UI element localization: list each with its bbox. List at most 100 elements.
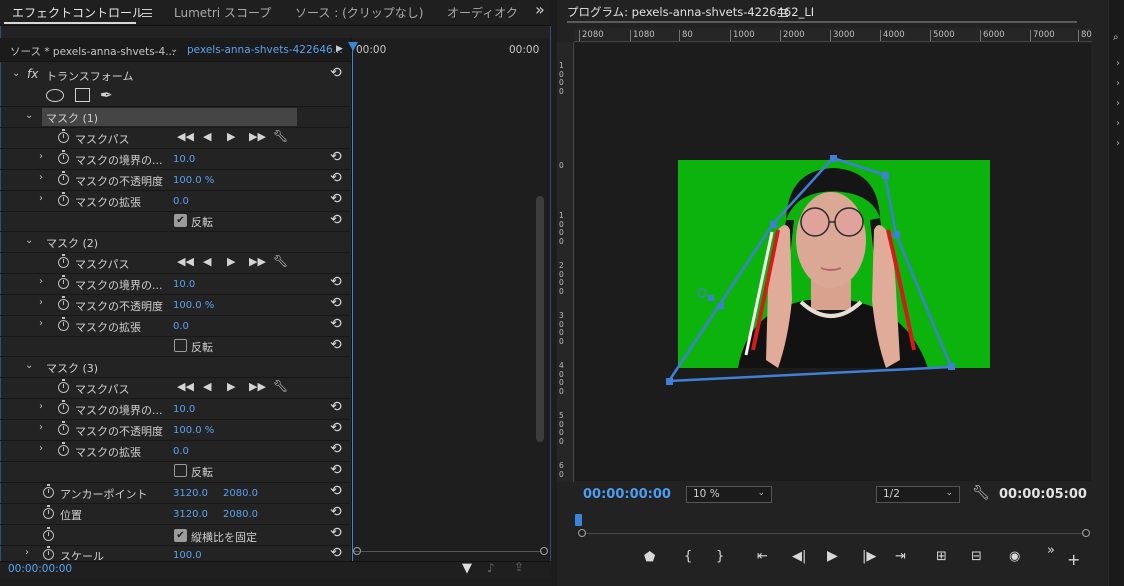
track-forward-frame-icon[interactable]: ▶	[227, 380, 235, 393]
stopwatch-icon[interactable]	[43, 505, 54, 519]
mask-feather-value[interactable]: 10.0	[173, 404, 195, 415]
expand-arrow-icon[interactable]: ›	[1116, 78, 1120, 89]
stopwatch-icon[interactable]	[58, 150, 69, 164]
sequence-clip-label[interactable]: pexels-anna-shvets-422646...	[187, 44, 343, 56]
effect-timeline-area[interactable]	[351, 38, 550, 561]
stopwatch-icon[interactable]	[58, 296, 69, 310]
mask-title[interactable]: マスク (2)	[46, 235, 98, 251]
uniform-scale-checkbox[interactable]: ✔	[174, 529, 187, 542]
go-to-out-icon[interactable]: ⇥	[895, 549, 906, 564]
reset-feather-icon[interactable]: ⟲	[330, 275, 342, 289]
expand-expansion-icon[interactable]: ›	[39, 193, 43, 204]
collapse-mask-icon[interactable]: ⌄	[25, 360, 33, 371]
track-forward-icon[interactable]: ▶▶	[249, 380, 266, 393]
expand-arrow-icon[interactable]: ›	[1116, 118, 1120, 129]
track-backward-icon[interactable]: ◀◀	[177, 255, 194, 268]
track-forward-frame-icon[interactable]: ▶	[227, 255, 235, 268]
chevron-down-icon[interactable]: ⌄	[170, 44, 178, 55]
reset-invert-icon[interactable]: ⟲	[330, 213, 342, 227]
timeline-start-handle[interactable]	[578, 529, 586, 537]
panel-menu-icon[interactable]	[142, 9, 152, 17]
export-frame-icon[interactable]: ◉	[1009, 549, 1020, 564]
more-tabs-icon[interactable]: »	[535, 0, 545, 19]
mask-expansion-value[interactable]: 0.0	[173, 321, 189, 332]
stopwatch-icon[interactable]	[43, 546, 54, 560]
track-backward-icon[interactable]: ◀◀	[177, 130, 194, 143]
mask-opacity-value[interactable]: 100.0 %	[173, 425, 214, 436]
expand-arrow-icon[interactable]: ›	[1116, 98, 1120, 109]
mask-feather-handle[interactable]	[718, 303, 724, 309]
extract-icon[interactable]: ⊟	[971, 549, 982, 564]
stopwatch-icon[interactable]	[58, 317, 69, 331]
scale-value[interactable]: 100.0	[173, 550, 202, 560]
tab-lumetri-scopes[interactable]: Lumetri スコープ	[174, 4, 271, 21]
mask-path-overlay[interactable]	[575, 43, 1091, 481]
mask-feather-value[interactable]: 10.0	[173, 154, 195, 165]
collapse-mask-icon[interactable]: ⌄	[25, 110, 33, 121]
stopwatch-icon[interactable]	[58, 192, 69, 206]
mask-opacity-value[interactable]: 100.0 %	[173, 175, 214, 186]
mask-expansion-value[interactable]: 0.0	[173, 446, 189, 457]
stopwatch-icon[interactable]	[58, 442, 69, 456]
anchor-x-value[interactable]: 3120.0	[173, 488, 208, 499]
reset-opacity-icon[interactable]: ⟲	[330, 421, 342, 435]
pen-mask-icon[interactable]: ✒	[100, 86, 113, 104]
stopwatch-icon[interactable]	[58, 400, 69, 414]
mask-title[interactable]: マスク (1)	[46, 110, 98, 126]
mask-vertex-handle[interactable]	[666, 378, 673, 385]
lift-icon[interactable]: ⊞	[936, 549, 947, 564]
mask-vertex-handle[interactable]	[882, 172, 889, 179]
resolution-dropdown[interactable]: 1/2 ⌄	[876, 486, 960, 503]
step-back-icon[interactable]: ◀︎|	[792, 549, 806, 564]
position-y-value[interactable]: 2080.0	[223, 509, 258, 520]
play-icon[interactable]: ▶︎	[827, 548, 838, 564]
mask-feather-circle[interactable]	[697, 288, 707, 298]
more-controls-icon[interactable]: »	[1047, 543, 1055, 558]
audio-icon[interactable]: ♪	[487, 561, 495, 575]
export-icon[interactable]: ⇪	[514, 560, 524, 574]
track-back-frame-icon[interactable]: ◀	[203, 255, 211, 268]
playhead-timecode[interactable]: 00:00:00:00	[583, 487, 671, 502]
source-clip-label[interactable]: ソース * pexels-anna-shvets-4...	[10, 44, 175, 59]
reset-scale-icon[interactable]: ⟲	[330, 546, 342, 560]
stopwatch-icon[interactable]	[58, 379, 69, 393]
stopwatch-icon[interactable]	[43, 527, 54, 541]
stopwatch-icon[interactable]	[58, 171, 69, 185]
mask-vertex-handle[interactable]	[893, 231, 900, 238]
reset-opacity-icon[interactable]: ⟲	[330, 171, 342, 185]
mark-out-icon[interactable]: }	[716, 549, 724, 564]
track-forward-icon[interactable]: ▶▶	[249, 130, 266, 143]
reset-feather-icon[interactable]: ⟲	[330, 400, 342, 414]
expand-scale-icon[interactable]: ›	[25, 547, 29, 558]
collapse-transform-icon[interactable]: ⌄	[12, 68, 20, 79]
reset-invert-icon[interactable]: ⟲	[330, 463, 342, 477]
position-x-value[interactable]: 3120.0	[173, 509, 208, 520]
mask-vertex-handle[interactable]	[830, 155, 837, 162]
stopwatch-icon[interactable]	[43, 484, 54, 498]
expand-opacity-icon[interactable]: ›	[39, 297, 43, 308]
reset-expansion-icon[interactable]: ⟲	[330, 442, 342, 456]
track-backward-icon[interactable]: ◀◀	[177, 380, 194, 393]
mask-expansion-value[interactable]: 0.0	[173, 196, 189, 207]
track-forward-icon[interactable]: ▶▶	[249, 255, 266, 268]
add-marker-icon[interactable]: ⬟	[644, 550, 655, 565]
go-to-in-icon[interactable]: ⇤	[757, 549, 768, 564]
mask-feather-value[interactable]: 10.0	[173, 279, 195, 290]
stopwatch-icon[interactable]	[58, 421, 69, 435]
tracking-wrench-icon[interactable]: 🔧︎	[273, 254, 288, 268]
reset-expansion-icon[interactable]: ⟲	[330, 317, 342, 331]
zoom-dropdown[interactable]: 10 % ⌄	[686, 486, 772, 503]
tracking-wrench-icon[interactable]: 🔧︎	[273, 129, 288, 143]
tab-effect-controls[interactable]: エフェクトコントロール	[12, 4, 144, 21]
current-time-readout[interactable]: 00:00:00:00	[8, 563, 72, 575]
tracking-wrench-icon[interactable]: 🔧︎	[273, 379, 288, 393]
settings-wrench-icon[interactable]: 🔧︎	[972, 485, 990, 501]
mask-vertex-handle[interactable]	[948, 363, 955, 370]
expand-arrow-icon[interactable]: ›	[1116, 58, 1120, 69]
expand-feather-icon[interactable]: ›	[39, 276, 43, 287]
reset-expansion-icon[interactable]: ⟲	[330, 192, 342, 206]
expand-opacity-icon[interactable]: ›	[39, 172, 43, 183]
collapse-mask-icon[interactable]: ⌄	[25, 235, 33, 246]
button-editor-plus-icon[interactable]: +	[1067, 550, 1080, 569]
reset-transform-icon[interactable]: ⟲	[330, 66, 342, 80]
